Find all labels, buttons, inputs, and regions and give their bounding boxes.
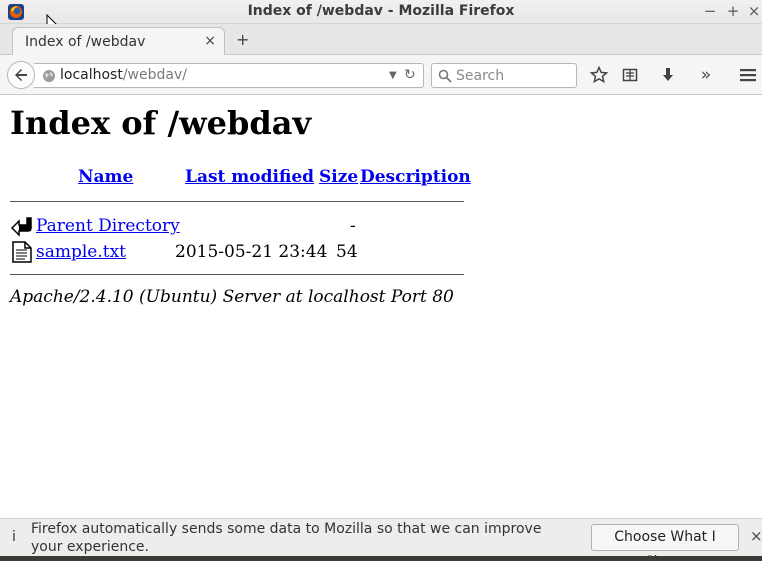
data-reporting-notification-bar: i Firefox automatically sends some data …	[0, 518, 762, 561]
close-window-button[interactable]: ×	[746, 2, 762, 20]
tab-strip: Index of /webdav × +	[0, 24, 762, 56]
file-link-sample-txt[interactable]: sample.txt	[36, 242, 126, 262]
header-divider	[10, 201, 464, 202]
new-tab-button[interactable]: +	[236, 30, 249, 49]
menu-button[interactable]	[738, 65, 758, 85]
reading-list-icon	[622, 68, 638, 82]
back-icon	[11, 217, 32, 237]
back-button[interactable]	[7, 61, 35, 89]
tab-index-of-webdav[interactable]: Index of /webdav ×	[12, 27, 225, 56]
navigation-toolbar: localhost/webdav/ ▼ ↻ »	[0, 55, 762, 95]
info-icon: i	[12, 529, 16, 545]
maximize-button[interactable]: +	[725, 2, 741, 20]
star-icon	[590, 66, 608, 84]
window-bottom-border	[0, 556, 762, 561]
choose-what-i-share-button[interactable]: Choose What I Share	[591, 524, 739, 561]
downloads-icon	[663, 68, 673, 81]
overflow-icon[interactable]: »	[696, 65, 716, 85]
url-history-dropdown-icon[interactable]: ▼	[389, 70, 397, 81]
page-content: Index of /webdav Name Last modified Size…	[0, 96, 762, 518]
tab-close-button[interactable]: ×	[204, 33, 216, 49]
table-cell-size: -	[350, 216, 356, 236]
reading-list-button[interactable]	[620, 65, 640, 85]
column-header-size[interactable]: Size	[319, 167, 358, 187]
window-title: Index of /webdav - Mozilla Firefox	[247, 3, 515, 19]
url-path: /webdav/	[122, 67, 187, 83]
url-bar[interactable]: localhost/webdav/ ▼ ↻	[34, 63, 424, 88]
search-bar[interactable]	[431, 63, 577, 88]
tab-label: Index of /webdav	[25, 34, 146, 50]
url-host: localhost	[60, 67, 123, 83]
column-header-last-modified[interactable]: Last modified	[185, 167, 314, 187]
column-header-name[interactable]: Name	[78, 167, 133, 187]
column-header-description[interactable]: Description	[360, 167, 471, 187]
menu-icon	[740, 69, 756, 82]
notification-message: Firefox automatically sends some data to…	[31, 521, 542, 555]
parent-directory-link[interactable]: Parent Directory	[36, 216, 180, 236]
minimize-button[interactable]: −	[702, 2, 718, 20]
text-file-icon	[12, 241, 32, 263]
url-text: localhost/webdav/	[60, 67, 187, 83]
table-cell-last-modified: 2015-05-21 23:44	[175, 242, 328, 262]
reload-icon[interactable]: ↻	[404, 67, 416, 83]
window-titlebar: Index of /webdav - Mozilla Firefox − + ×	[0, 0, 762, 24]
back-arrow-icon	[15, 69, 27, 81]
search-icon	[438, 69, 452, 83]
bookmark-star-button[interactable]	[589, 65, 609, 85]
downloads-button[interactable]	[658, 65, 678, 85]
search-input[interactable]	[456, 66, 574, 86]
table-cell-size: 54	[336, 242, 358, 262]
globe-icon	[43, 70, 55, 82]
notification-close-button[interactable]: ×	[750, 527, 762, 545]
footer-divider	[10, 274, 464, 275]
server-signature: Apache/2.4.10 (Ubuntu) Server at localho…	[10, 287, 454, 307]
page-title: Index of /webdav	[10, 104, 312, 142]
